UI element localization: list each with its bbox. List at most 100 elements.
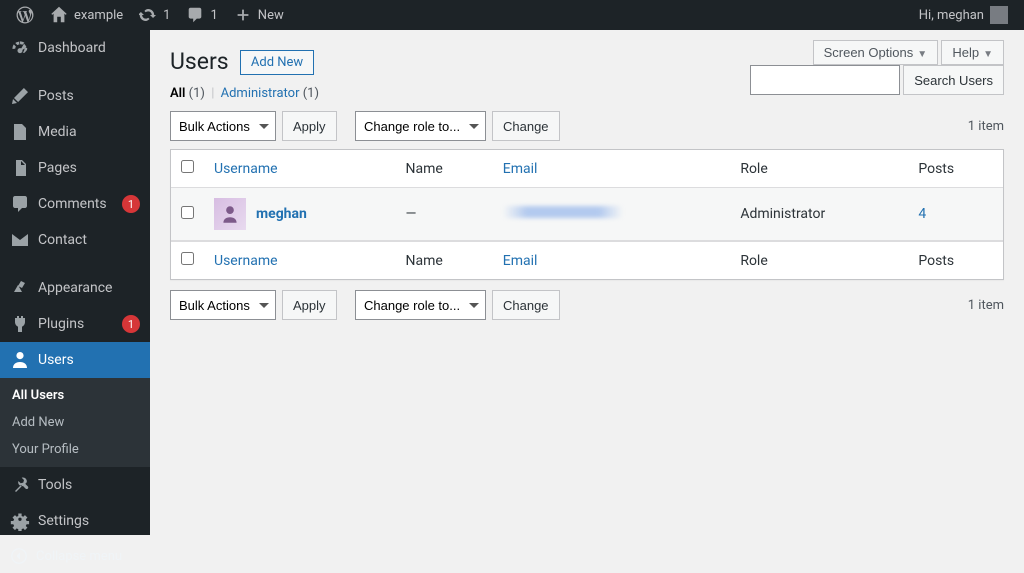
select-all-checkbox[interactable] [181,160,194,173]
bulk-actions-select-bottom[interactable]: Bulk Actions [170,290,276,320]
col-email[interactable]: Email [503,161,538,177]
comments-count: 1 [210,8,217,23]
sidebar-item-media[interactable]: Media [0,114,150,150]
submenu-add-new[interactable]: Add New [0,409,150,436]
col-name: Name [396,150,493,188]
item-count-bottom: 1 item [968,298,1004,313]
add-new-button[interactable]: Add New [240,50,314,75]
sidebar-label: Appearance [38,280,112,296]
row-checkbox[interactable] [181,206,194,219]
sidebar-item-comments[interactable]: Comments 1 [0,186,150,222]
sidebar-item-plugins[interactable]: Plugins1 [0,306,150,342]
email-redacted [503,206,623,218]
chevron-down-icon: ▼ [917,49,927,60]
filter-all[interactable]: All (1) [170,86,205,101]
sidebar-label: Posts [38,88,74,104]
help-button[interactable]: Help▼ [941,40,1004,65]
dashboard-icon [10,38,30,58]
account-link[interactable]: Hi, meghan [911,0,1016,30]
sidebar-item-pages[interactable]: Pages [0,150,150,186]
updates-count: 1 [163,8,170,23]
bulk-actions-select[interactable]: Bulk Actions [170,111,276,141]
contact-icon [10,230,30,250]
col-username[interactable]: Username [214,161,278,177]
col-posts: Posts [908,241,1003,279]
sidebar-item-tools[interactable]: Tools [0,467,150,503]
item-count: 1 item [968,119,1004,134]
sidebar-label: Contact [38,232,87,248]
tools-icon [10,475,30,495]
users-submenu: All Users Add New Your Profile [0,378,150,467]
comments-link[interactable]: 1 [178,0,225,30]
sidebar-label: Dashboard [38,40,106,56]
comment-icon [186,6,204,24]
site-name: example [74,8,123,23]
email-cell [493,188,731,241]
page-title: Users [170,48,229,75]
posts-link[interactable]: 4 [918,206,926,222]
users-icon [10,350,30,370]
sidebar-label: Comments [38,196,107,212]
change-role-select-bottom[interactable]: Change role to... [355,290,486,320]
wp-logo[interactable] [8,0,42,30]
collapse-icon [10,547,28,565]
wordpress-icon [16,6,34,24]
apply-button-bottom[interactable]: Apply [282,290,337,320]
col-role: Role [730,150,908,188]
chevron-down-icon: ▼ [983,49,993,60]
settings-icon [10,511,30,531]
site-home-link[interactable]: example [42,0,131,30]
users-table: Username Name Email Role Posts meghan — … [170,149,1004,280]
col-role: Role [730,241,908,279]
username-link[interactable]: meghan [256,206,307,222]
posts-icon [10,86,30,106]
col-name: Name [396,241,493,279]
media-icon [10,122,30,142]
change-role-select[interactable]: Change role to... [355,111,486,141]
change-button-bottom[interactable]: Change [492,290,560,320]
admin-bar: example 1 1 New Hi, meghan [0,0,1024,30]
apply-button[interactable]: Apply [282,111,337,141]
sidebar-item-posts[interactable]: Posts [0,78,150,114]
greeting: Hi, meghan [919,8,984,23]
admin-sidebar: Dashboard Posts Media Pages Comments 1 Co… [0,30,150,535]
sidebar-label: Pages [38,160,77,176]
sidebar-label: Settings [38,513,89,529]
sidebar-item-contact[interactable]: Contact [0,222,150,258]
search-users-button[interactable]: Search Users [903,65,1004,95]
sidebar-item-appearance[interactable]: Appearance [0,270,150,306]
sidebar-item-dashboard[interactable]: Dashboard [0,30,150,66]
col-email[interactable]: Email [503,253,538,269]
change-button[interactable]: Change [492,111,560,141]
avatar [214,198,246,230]
update-icon [139,6,157,24]
role-cell: Administrator [730,188,908,241]
main-content: Screen Options▼ Help▼ Users Add New All … [150,30,1024,535]
submenu-all-users[interactable]: All Users [0,382,150,409]
search-input[interactable] [750,65,900,95]
sidebar-item-users[interactable]: Users [0,342,150,378]
filter-administrator[interactable]: Administrator (1) [221,86,319,101]
badge: 1 [122,315,140,333]
table-row: meghan — Administrator 4 [171,188,1003,241]
new-content-link[interactable]: New [226,0,292,30]
home-icon [50,6,68,24]
screen-options-button[interactable]: Screen Options▼ [813,40,939,65]
sidebar-label: Users [38,352,74,368]
sidebar-label: Media [38,124,77,140]
col-posts: Posts [908,150,1003,188]
select-all-checkbox-bottom[interactable] [181,252,194,265]
plus-icon [234,6,252,24]
badge: 1 [122,195,140,213]
sidebar-item-settings[interactable]: Settings [0,503,150,539]
collapse-menu[interactable]: Collapse menu [0,539,150,573]
pages-icon [10,158,30,178]
comments-icon [10,194,30,214]
appearance-icon [10,278,30,298]
new-label: New [258,8,284,23]
updates-link[interactable]: 1 [131,0,178,30]
avatar-icon [990,6,1008,24]
col-username[interactable]: Username [214,253,278,269]
submenu-your-profile[interactable]: Your Profile [0,436,150,463]
plugins-icon [10,314,30,334]
